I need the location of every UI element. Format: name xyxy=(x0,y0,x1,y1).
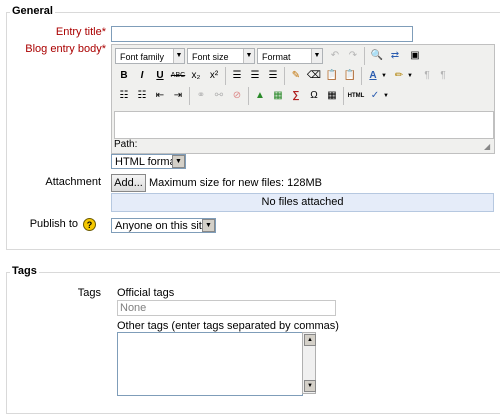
align-right-icon[interactable]: ☰ xyxy=(264,67,282,85)
align-left-icon[interactable]: ☰ xyxy=(228,67,246,85)
align-center-icon[interactable]: ☰ xyxy=(246,67,264,85)
media-icon[interactable]: ▦ xyxy=(269,87,287,105)
official-tags-label: Official tags xyxy=(117,287,175,299)
chevron-down-icon: ▼ xyxy=(243,49,254,63)
blog-body-label: Blog entry body* xyxy=(25,43,106,55)
tags-legend: Tags xyxy=(10,265,39,277)
paste-text-icon[interactable]: 📋 xyxy=(323,67,341,85)
table-icon[interactable]: ▦ xyxy=(323,87,341,105)
cleanup-icon[interactable]: ✎ xyxy=(287,67,305,85)
subscript-icon[interactable]: x₂ xyxy=(187,67,205,85)
other-tags-label: Other tags (enter tags separated by comm… xyxy=(117,320,339,332)
no-autolink-icon[interactable]: ⊘ xyxy=(228,87,246,105)
paste-word-icon[interactable]: 📋 xyxy=(341,67,359,85)
toolbar-separator xyxy=(225,67,226,85)
chevron-down-icon[interactable]: ▼ xyxy=(380,67,388,85)
entry-title-label: Entry title* xyxy=(55,26,106,38)
format-select[interactable]: Format ▼ xyxy=(257,48,323,64)
strikethrough-icon[interactable]: ABC xyxy=(169,67,187,85)
chevron-down-icon[interactable]: ▼ xyxy=(382,87,390,105)
outdent-icon[interactable]: ⇤ xyxy=(151,87,169,105)
unlink-icon[interactable]: ⚯ xyxy=(210,87,228,105)
clear-formatting-icon[interactable]: ⌫ xyxy=(305,67,323,85)
superscript-icon[interactable]: x² xyxy=(205,67,223,85)
rtl-icon[interactable]: ¶ xyxy=(434,67,452,85)
tags-label: Tags xyxy=(77,287,101,299)
toolbar-separator xyxy=(343,87,344,105)
chevron-down-icon: ▼ xyxy=(311,49,322,63)
required-star: * xyxy=(101,43,106,55)
attachment-label: Attachment xyxy=(45,176,101,188)
file-list-area[interactable]: No files attached xyxy=(111,193,494,212)
publish-select[interactable]: Anyone on this site ▼ xyxy=(111,218,216,233)
replace-icon[interactable]: ⇄ xyxy=(386,47,404,65)
font-size-select[interactable]: Font size ▼ xyxy=(187,48,255,64)
font-family-select[interactable]: Font family ▼ xyxy=(115,48,185,64)
textarea-scrollbar[interactable]: ▲ ▼ xyxy=(302,332,316,394)
help-icon[interactable]: ? xyxy=(83,218,96,231)
max-size-text: Maximum size for new files: 128MB xyxy=(149,177,322,189)
publish-label: Publish to xyxy=(29,218,78,230)
text-format-select[interactable]: HTML format ▼ xyxy=(111,154,186,169)
indent-icon[interactable]: ⇥ xyxy=(169,87,187,105)
redo-icon[interactable]: ↷ xyxy=(344,47,362,65)
bullet-list-icon[interactable]: ☷ xyxy=(115,87,133,105)
link-icon[interactable]: ⚭ xyxy=(192,87,210,105)
editor-path: Path: xyxy=(114,139,138,150)
image-icon[interactable]: ▲ xyxy=(251,87,269,105)
entry-title-input[interactable] xyxy=(111,26,413,42)
equation-icon[interactable]: ∑ xyxy=(287,87,305,105)
italic-icon[interactable]: I xyxy=(133,67,151,85)
toolbar-separator xyxy=(189,87,190,105)
other-tags-textarea[interactable] xyxy=(117,332,303,396)
html-source-button[interactable]: HTML xyxy=(346,87,366,105)
chevron-down-icon: ▼ xyxy=(172,155,185,168)
numbered-list-icon[interactable]: ☷ xyxy=(133,87,151,105)
fullscreen-icon[interactable]: ▣ xyxy=(406,47,424,65)
toolbar-separator xyxy=(364,47,365,65)
bold-icon[interactable]: B xyxy=(115,67,133,85)
undo-icon[interactable]: ↶ xyxy=(326,47,344,65)
official-tags-input[interactable] xyxy=(117,300,336,316)
underline-icon[interactable]: U xyxy=(151,67,169,85)
chevron-down-icon: ▼ xyxy=(202,219,215,232)
scroll-down-icon[interactable]: ▼ xyxy=(304,380,316,392)
toolbar-separator xyxy=(361,67,362,85)
add-file-button[interactable]: Add... xyxy=(111,174,146,192)
special-char-icon[interactable]: Ω xyxy=(305,87,323,105)
chevron-down-icon[interactable]: ▼ xyxy=(406,67,414,85)
find-icon[interactable]: 🔍 xyxy=(368,47,386,65)
general-legend: General xyxy=(10,5,55,17)
resize-handle-icon[interactable]: ◢ xyxy=(484,142,490,151)
scroll-up-icon[interactable]: ▲ xyxy=(304,334,316,346)
toolbar-separator xyxy=(248,87,249,105)
toolbar-separator xyxy=(284,67,285,85)
editor-content-area[interactable] xyxy=(114,111,494,139)
rich-text-editor: Font family ▼ Font size ▼ Format ▼ ↶ ↷ 🔍 ⇄ … xyxy=(111,44,495,154)
chevron-down-icon: ▼ xyxy=(173,49,184,63)
required-star: * xyxy=(101,26,106,38)
